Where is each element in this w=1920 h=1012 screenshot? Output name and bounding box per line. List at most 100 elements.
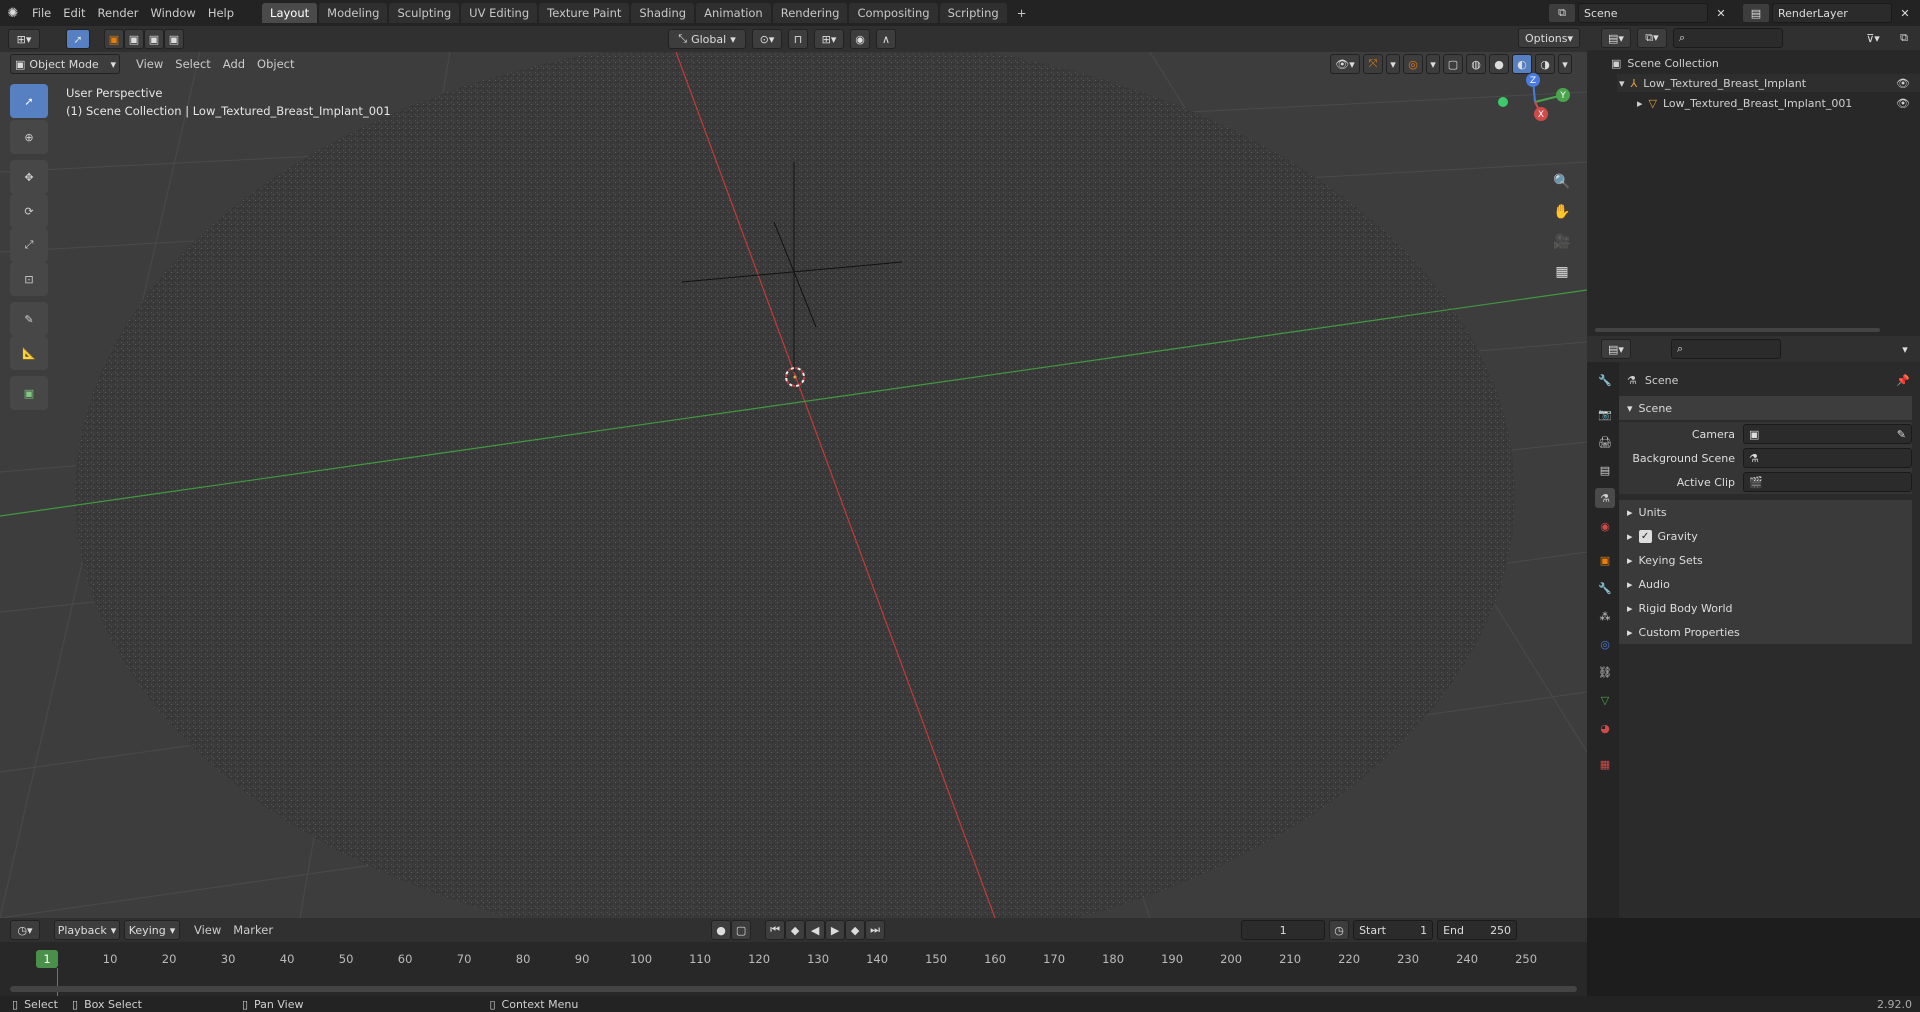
outliner-editor-type-icon[interactable]: ▤▾ — [1601, 28, 1631, 48]
new-collection-icon[interactable]: ⧉ — [1894, 28, 1914, 48]
data-tab-icon[interactable]: ▽ — [1595, 690, 1615, 710]
outliner-row-parent[interactable]: ▾ ⅄ Low_Textured_Breast_Implant 👁 — [1617, 74, 1920, 92]
editor-type-icon[interactable]: ⊞▾ — [8, 29, 40, 49]
camera-field[interactable]: ▣ ✎ — [1743, 424, 1912, 444]
tab-shading[interactable]: Shading — [631, 3, 695, 23]
view-layer-tab-icon[interactable]: ▤ — [1595, 460, 1615, 480]
select-tool-mode-icon[interactable]: ➚ — [66, 29, 90, 49]
visibility-icon[interactable]: 👁▾ — [1330, 54, 1360, 74]
tab-scripting[interactable]: Scripting — [939, 3, 1007, 23]
transform-orientation-dropdown[interactable]: ⤡ Global ▾ — [668, 29, 746, 49]
output-tab-icon[interactable]: 🖨 — [1595, 432, 1615, 452]
outliner-search-input[interactable]: ⌕ — [1673, 28, 1783, 48]
expand-right-icon[interactable]: ▸ — [1637, 97, 1643, 110]
move-tool[interactable]: ✥ — [10, 160, 48, 194]
tab-texture-paint[interactable]: Texture Paint — [539, 3, 630, 23]
shading-material-icon[interactable]: ◐ — [1512, 54, 1532, 74]
start-frame-field[interactable]: Start 1 — [1353, 920, 1434, 940]
display-mode-icon[interactable]: ⧉▾ — [1637, 28, 1667, 48]
ortho-grid-icon[interactable]: ▦ — [1548, 258, 1576, 286]
snap-icon[interactable]: ⊓ — [788, 29, 808, 49]
snap-target-icon[interactable]: ⊞▾ — [814, 29, 844, 49]
properties-options-icon[interactable]: ▾ — [1896, 339, 1914, 359]
outliner-row-root[interactable]: ▣ Scene Collection — [1611, 54, 1719, 72]
view-layer-selector-icon[interactable]: ▤ — [1742, 3, 1770, 23]
jump-prev-keyframe-icon[interactable]: ◆ — [785, 920, 806, 940]
tab-compositing[interactable]: Compositing — [849, 3, 938, 23]
pan-hand-icon[interactable]: ✋ — [1548, 198, 1576, 226]
current-frame-field[interactable]: 1 — [1241, 920, 1326, 940]
physics-tab-icon[interactable]: ◎ — [1595, 634, 1615, 654]
tab-animation[interactable]: Animation — [696, 3, 771, 23]
menu-edit[interactable]: Edit — [57, 6, 91, 20]
selection-mode-extend-icon[interactable]: ▣ — [124, 29, 144, 49]
tab-layout[interactable]: Layout — [262, 3, 318, 23]
keying-sets-panel[interactable]: ▸ Keying Sets — [1619, 548, 1912, 572]
custom-properties-panel[interactable]: ▸ Custom Properties — [1619, 620, 1912, 644]
active-clip-field[interactable]: 🎬 — [1743, 472, 1912, 492]
particles-tab-icon[interactable]: ⁂ — [1595, 606, 1615, 626]
selection-mode-new-icon[interactable]: ▣ — [104, 29, 124, 49]
viewport-scene[interactable] — [0, 52, 1587, 918]
outliner-scrollbar[interactable] — [1595, 328, 1880, 332]
timeline[interactable]: 10 20 30 40 50 60 70 80 90 100 110 120 130 140 150 160 1… — [0, 942, 1587, 996]
eyedropper-icon[interactable]: ✎ — [1897, 428, 1906, 441]
add-workspace-button[interactable]: + — [1009, 3, 1035, 23]
visibility-eye-icon[interactable]: 👁 — [1896, 97, 1910, 110]
properties-editor-type-icon[interactable]: ▤▾ — [1601, 339, 1631, 359]
menu-file[interactable]: File — [26, 6, 57, 20]
expand-down-icon[interactable]: ▾ — [1619, 77, 1625, 90]
measure-tool[interactable]: 📐 — [10, 336, 48, 370]
viewport-menu-select[interactable]: Select — [169, 57, 216, 71]
audio-panel[interactable]: ▸ Audio — [1619, 572, 1912, 596]
auto-keying-icon[interactable]: ● — [711, 920, 732, 940]
jump-start-icon[interactable]: ⏮ — [765, 920, 786, 940]
jump-end-icon[interactable]: ⏭ — [865, 920, 886, 940]
menu-window[interactable]: Window — [144, 6, 201, 20]
mode-selector[interactable]: ▣ Object Mode ▾ — [10, 54, 120, 74]
scene-tab-icon[interactable]: ⚗ — [1595, 488, 1615, 508]
shading-wireframe-icon[interactable]: ◍ — [1466, 54, 1486, 74]
close-view-layer-icon[interactable]: ✕ — [1896, 3, 1914, 23]
view-layer-field[interactable]: RenderLayer — [1772, 3, 1892, 23]
keying-dropdown[interactable]: Keying ▾ — [124, 920, 180, 940]
frame-ruler[interactable]: 10 20 30 40 50 60 70 80 90 100 110 120 130 140 150 160 1… — [0, 942, 1587, 966]
camera-view-icon[interactable]: 🎥 — [1548, 228, 1576, 256]
rigid-body-world-panel[interactable]: ▸ Rigid Body World — [1619, 596, 1912, 620]
play-reverse-icon[interactable]: ◀ — [805, 920, 826, 940]
viewport-menu-view[interactable]: View — [130, 57, 169, 71]
menu-render[interactable]: Render — [92, 6, 145, 20]
render-tab-icon[interactable]: 📷 — [1595, 404, 1615, 424]
playhead[interactable]: 1 — [36, 950, 58, 968]
scene-name-field[interactable]: Scene — [1578, 3, 1708, 23]
material-tab-icon[interactable]: ◕ — [1595, 718, 1615, 738]
end-frame-field[interactable]: End 250 — [1437, 920, 1518, 940]
transform-tool[interactable]: ⊡ — [10, 262, 48, 296]
keying-set-icon[interactable]: ▢ — [731, 920, 752, 940]
object-tab-icon[interactable]: ▣ — [1595, 550, 1615, 570]
jump-next-keyframe-icon[interactable]: ◆ — [845, 920, 866, 940]
tab-rendering[interactable]: Rendering — [772, 3, 848, 23]
world-tab-icon[interactable]: ◉ — [1595, 516, 1615, 536]
tab-modeling[interactable]: Modeling — [319, 3, 388, 23]
viewport-menu-add[interactable]: Add — [217, 57, 251, 71]
selection-mode-subtract-icon[interactable]: ▣ — [144, 29, 164, 49]
filter-icon[interactable]: ⊽▾ — [1858, 28, 1888, 48]
shading-rendered-icon[interactable]: ◑ — [1535, 54, 1555, 74]
scene-panel-header[interactable]: ▾ Scene — [1619, 396, 1912, 420]
timeline-menu-view[interactable]: View — [188, 923, 227, 937]
close-scene-icon[interactable]: ✕ — [1712, 3, 1730, 23]
properties-search-input[interactable]: ⌕ — [1671, 339, 1781, 359]
annotate-tool[interactable]: ✎ — [10, 302, 48, 336]
menu-help[interactable]: Help — [202, 6, 240, 20]
shading-dropdown-icon[interactable]: ▾ — [1558, 54, 1572, 74]
options-dropdown[interactable]: Options ▾ — [1518, 28, 1580, 48]
3d-viewport[interactable]: User Perspective (1) Scene Collection | … — [0, 52, 1587, 918]
units-panel[interactable]: ▸ Units — [1619, 500, 1912, 524]
tab-sculpting[interactable]: Sculpting — [389, 3, 460, 23]
pivot-point-icon[interactable]: ⊙▾ — [752, 29, 782, 49]
tab-uv-editing[interactable]: UV Editing — [461, 3, 538, 23]
rotate-tool[interactable]: ⟳ — [10, 194, 48, 228]
timeline-menu-marker[interactable]: Marker — [227, 923, 279, 937]
cursor-tool[interactable]: ⊕ — [10, 120, 48, 154]
